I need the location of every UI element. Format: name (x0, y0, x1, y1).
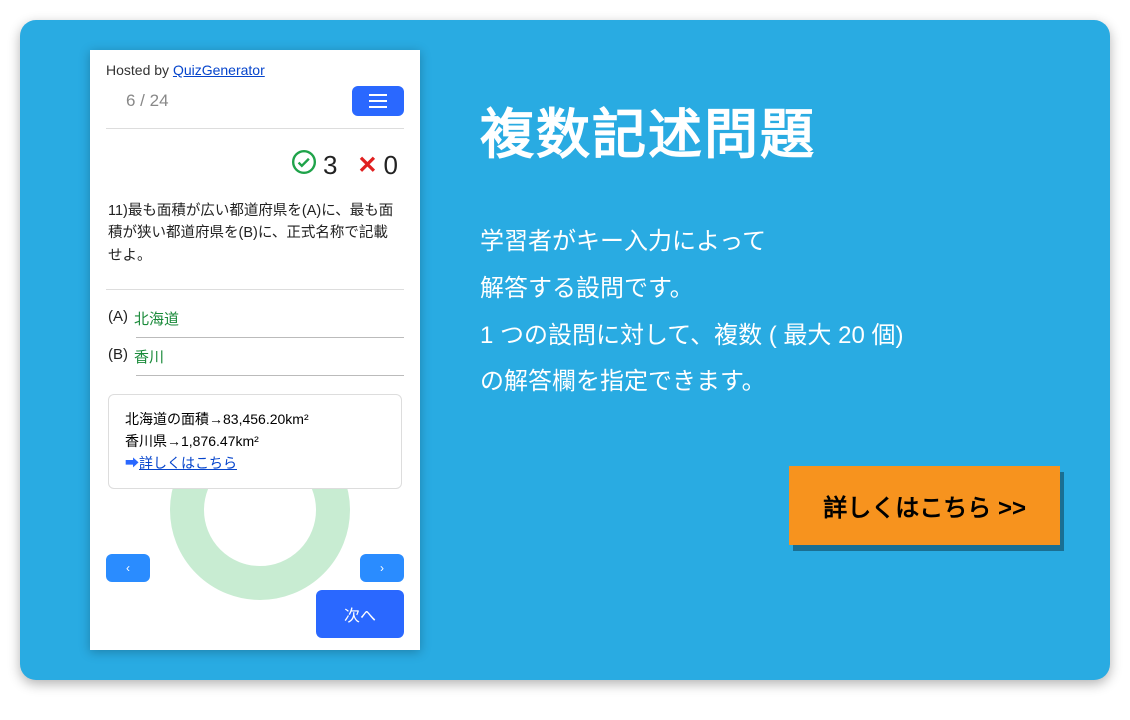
promo-column: 複数記述問題 学習者がキー入力によって 解答する設問です。 1 つの設問に対して… (480, 50, 1070, 650)
promo-line-2: 解答する設問です。 (480, 266, 1070, 313)
answer-b-underline (136, 375, 404, 376)
cta-row: 詳しくはこちら >> (480, 466, 1070, 545)
explanation-link-row: ➡詳しくはこちら (125, 453, 385, 475)
arrow-right-icon: ➡ (125, 455, 139, 471)
answer-a-label: (A) (108, 308, 128, 329)
hosted-by-prefix: Hosted by (106, 62, 173, 78)
progress-counter: 6 / 24 (126, 91, 169, 111)
score-wrong: 0 (384, 150, 398, 181)
explanation-link[interactable]: 詳しくはこちら (139, 455, 237, 471)
next-arrow-button[interactable]: › (360, 554, 404, 582)
quiz-header: 6 / 24 (106, 82, 404, 122)
next-button[interactable]: 次へ (316, 590, 404, 638)
menu-button[interactable] (352, 86, 404, 116)
answer-b-row: (B) 香川 (106, 338, 404, 369)
promo-line-3: 1 つの設問に対して、複数 ( 最大 20 個) (480, 313, 1070, 360)
score-correct: 3 (323, 150, 337, 181)
divider (106, 128, 404, 129)
promo-heading: 複数記述問題 (480, 90, 1070, 169)
cross-icon: ✕ (357, 151, 377, 180)
promo-line-4: の解答欄を指定できます。 (480, 359, 1070, 406)
hosted-by-link[interactable]: QuizGenerator (173, 62, 265, 78)
answer-a-row: (A) 北海道 (106, 300, 404, 331)
check-icon (291, 149, 317, 182)
explanation-line-2: 香川県→1,876.47km² (125, 431, 385, 453)
quiz-preview-panel: Hosted by QuizGenerator 6 / 24 3 ✕ 0 11)… (90, 50, 420, 650)
question-text: 11)最も面積が広い都道府県を(A)に、最も面積が狭い都道府県を(B)に、正式名… (106, 200, 404, 275)
divider (106, 289, 404, 290)
explanation-line-1: 北海道の面積→83,456.20km² (125, 409, 385, 431)
answer-b-label: (B) (108, 346, 128, 367)
hosted-by-line: Hosted by QuizGenerator (106, 62, 404, 78)
answer-b-value: 香川 (134, 346, 164, 367)
feature-card: Hosted by QuizGenerator 6 / 24 3 ✕ 0 11)… (20, 20, 1110, 680)
prev-button[interactable]: ‹ (106, 554, 150, 582)
hamburger-icon (369, 94, 387, 108)
promo-description: 学習者がキー入力によって 解答する設問です。 1 つの設問に対して、複数 ( 最… (480, 219, 1070, 406)
answer-a-value: 北海道 (134, 308, 179, 329)
cta-button[interactable]: 詳しくはこちら >> (789, 466, 1060, 545)
explanation-box: 北海道の面積→83,456.20km² 香川県→1,876.47km² ➡詳しく… (108, 394, 402, 489)
score-row: 3 ✕ 0 (106, 135, 404, 200)
promo-line-1: 学習者がキー入力によって (480, 219, 1070, 266)
